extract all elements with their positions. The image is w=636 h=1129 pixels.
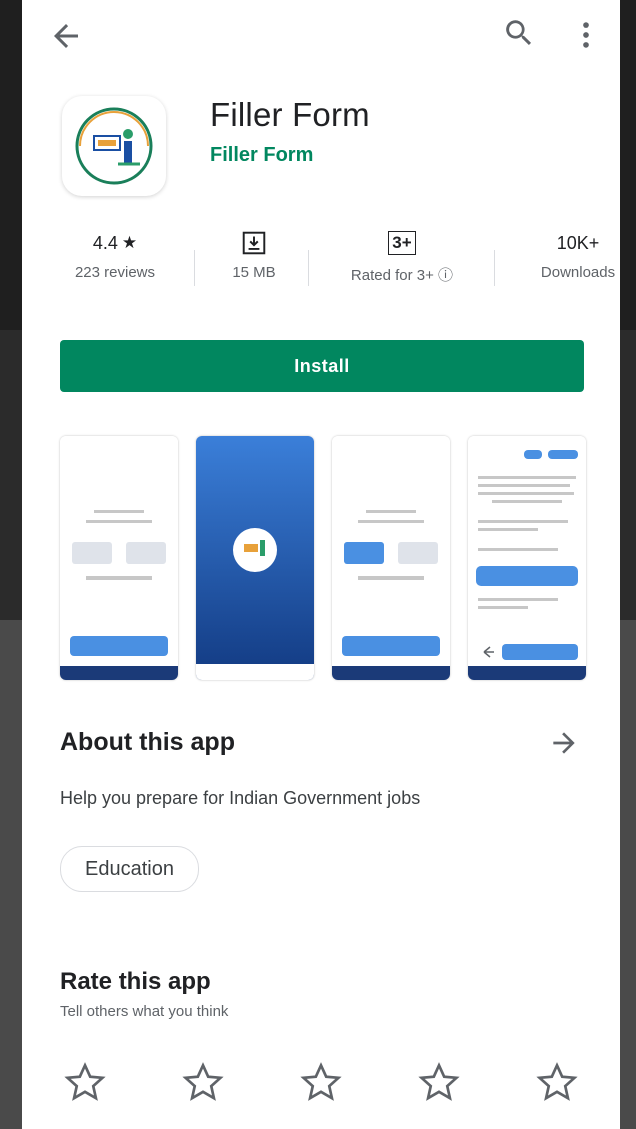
screenshot-login-selected-image bbox=[332, 436, 450, 680]
rate-section-subtitle: Tell others what you think bbox=[60, 1003, 229, 1020]
app-details-sheet: Filler Form Filler Form 4.4 ★ 223 review… bbox=[22, 0, 620, 1129]
star-outline-icon[interactable] bbox=[62, 1060, 108, 1106]
screenshot-thumbnail[interactable] bbox=[332, 436, 450, 680]
install-button[interactable]: Install bbox=[60, 340, 584, 392]
stat-divider bbox=[308, 250, 309, 286]
downloads-count: 10K+ bbox=[556, 233, 600, 253]
content-rating-badge: 3+ bbox=[388, 231, 416, 255]
rate-section-title: Rate this app bbox=[60, 968, 211, 995]
app-title: Filler Form bbox=[210, 96, 370, 133]
app-logo-icon bbox=[75, 107, 153, 185]
size-stat: 15 MB bbox=[214, 228, 294, 281]
app-icon bbox=[62, 96, 166, 196]
star-outline-icon[interactable] bbox=[534, 1060, 580, 1106]
more-vert-icon[interactable] bbox=[574, 18, 598, 52]
content-rating-stat[interactable]: 3+ Rated for 3+ ⓘ bbox=[322, 228, 482, 285]
screenshot-splash-image bbox=[196, 436, 314, 680]
about-description: Help you prepare for Indian Government j… bbox=[60, 788, 421, 808]
star-outline-icon[interactable] bbox=[180, 1060, 226, 1106]
screenshot-login-image bbox=[60, 436, 178, 680]
download-icon bbox=[242, 231, 266, 255]
rating-stat[interactable]: 4.4 ★ 223 reviews bbox=[60, 228, 170, 281]
stat-divider bbox=[494, 250, 495, 286]
screenshot-chat-image bbox=[468, 436, 586, 680]
screenshot-thumbnail[interactable] bbox=[60, 436, 178, 680]
category-chip[interactable]: Education bbox=[60, 846, 199, 892]
reviews-count: 223 reviews bbox=[74, 264, 156, 281]
arrow-right-icon[interactable] bbox=[548, 727, 580, 759]
screenshot-thumbnail[interactable] bbox=[468, 436, 586, 680]
screenshot-thumbnail[interactable] bbox=[196, 436, 314, 680]
app-size: 15 MB bbox=[232, 264, 276, 281]
downloads-label: Downloads bbox=[540, 264, 616, 281]
content-rating-label: Rated for 3+ ⓘ bbox=[350, 267, 454, 284]
star-outline-icon[interactable] bbox=[416, 1060, 462, 1106]
stat-divider bbox=[194, 250, 195, 286]
about-section-title: About this app bbox=[60, 728, 235, 756]
star-outline-icon[interactable] bbox=[298, 1060, 344, 1106]
search-icon[interactable] bbox=[502, 16, 536, 50]
back-arrow-icon[interactable] bbox=[48, 18, 84, 54]
downloads-stat: 10K+ Downloads bbox=[518, 228, 620, 281]
stats-row: 4.4 ★ 223 reviews 15 MB 3+ Rated for 3+ … bbox=[22, 228, 620, 298]
top-app-bar bbox=[22, 0, 620, 68]
developer-link[interactable]: Filler Form bbox=[210, 144, 313, 167]
rating-star-icon: ★ bbox=[121, 233, 138, 252]
rating-value: 4.4 bbox=[92, 233, 118, 253]
